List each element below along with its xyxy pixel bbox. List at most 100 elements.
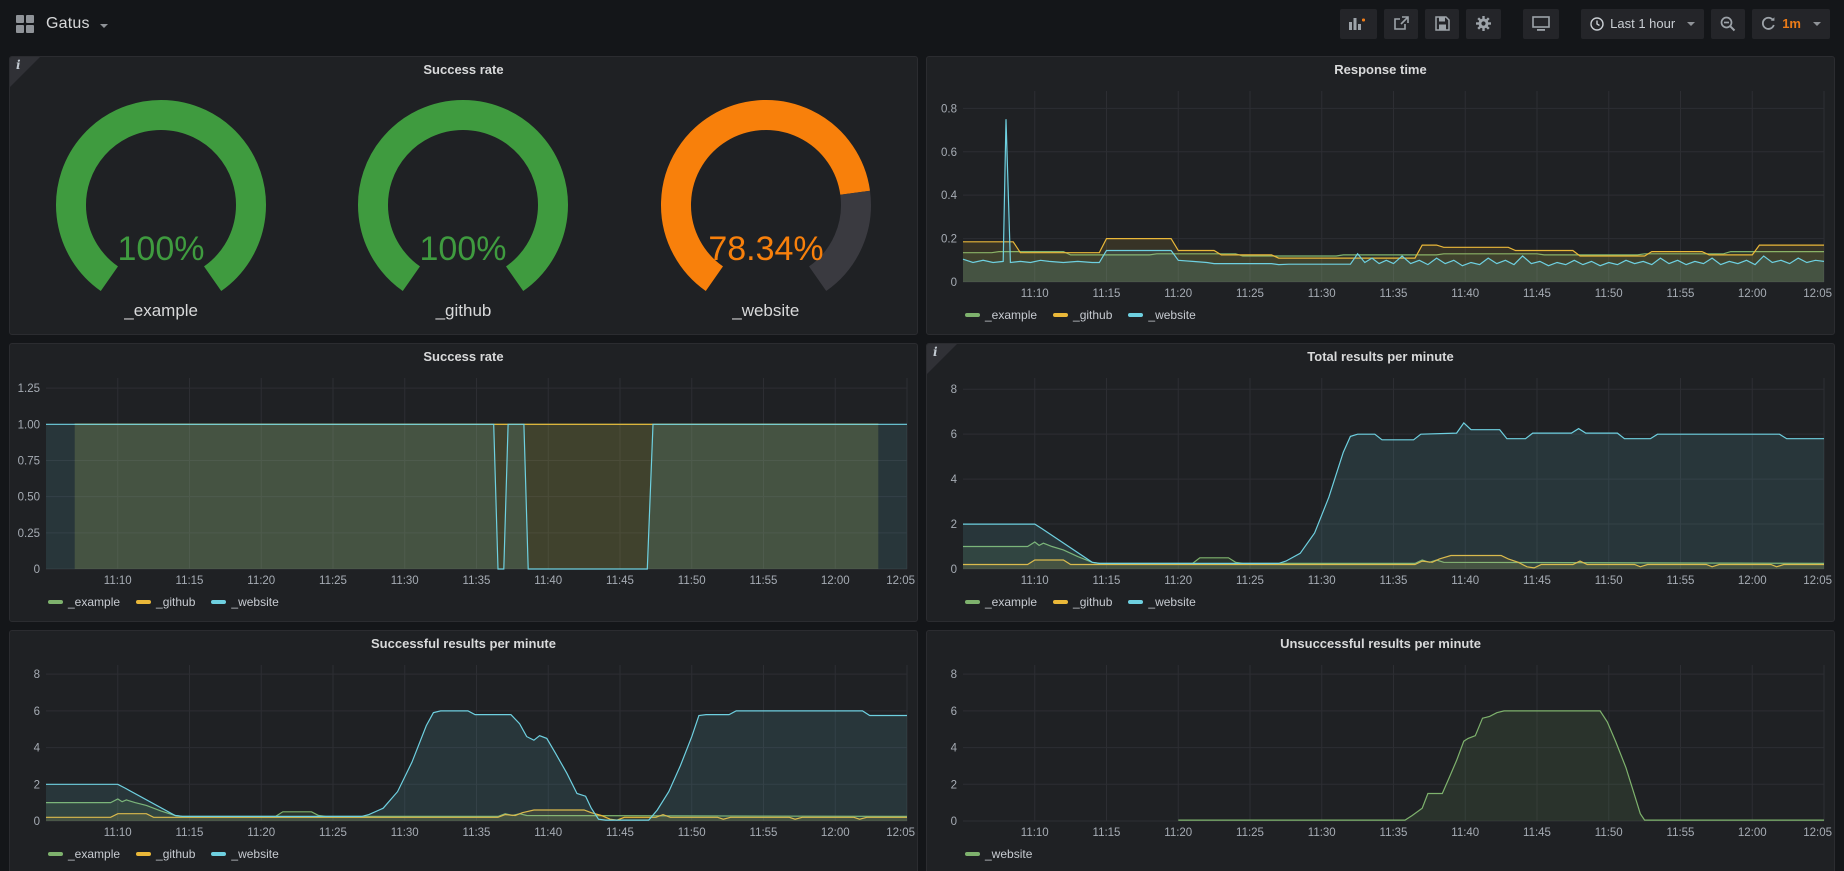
unsuccessful-results-chart[interactable]: 11:1011:1511:2011:2511:3011:3511:4011:45… (927, 657, 1834, 843)
time-range-picker[interactable]: Last 1 hour (1581, 9, 1704, 39)
svg-text:11:15: 11:15 (176, 575, 204, 587)
legend-item[interactable]: _github (1053, 595, 1112, 609)
legend-label: _example (985, 308, 1037, 322)
svg-text:11:20: 11:20 (1164, 288, 1192, 300)
chart-legend: _example _github _website (927, 591, 1834, 613)
dashboard-title-text: Gatus (46, 15, 90, 32)
svg-text:11:30: 11:30 (1308, 288, 1336, 300)
svg-text:12:05: 12:05 (886, 575, 915, 587)
panel-title[interactable]: Success rate (10, 344, 917, 370)
chart-legend: _website (927, 843, 1834, 865)
panel-success-rate-gauges: i Success rate 100% _example 100% _githu… (9, 56, 918, 335)
legend-item[interactable]: _example (965, 308, 1037, 322)
legend-item[interactable]: _website (965, 847, 1032, 861)
settings-button[interactable] (1466, 9, 1501, 39)
svg-text:0: 0 (951, 277, 957, 289)
cycle-view-button[interactable] (1523, 9, 1559, 39)
svg-text:4: 4 (34, 743, 41, 755)
save-icon (1435, 16, 1450, 31)
svg-text:11:55: 11:55 (1667, 827, 1695, 839)
svg-text:11:45: 11:45 (1523, 288, 1551, 300)
success-rate-chart[interactable]: 11:1011:1511:2011:2511:3011:3511:4011:45… (10, 370, 917, 591)
svg-text:11:50: 11:50 (678, 575, 706, 587)
svg-text:11:50: 11:50 (1595, 827, 1623, 839)
legend-item[interactable]: _github (136, 847, 195, 861)
gauge-example: 100% _example (11, 87, 311, 321)
legend-item[interactable]: _website (1128, 595, 1195, 609)
panel-title[interactable]: Total results per minute (927, 344, 1834, 370)
successful-results-chart[interactable]: 11:1011:1511:2011:2511:3011:3511:4011:45… (10, 657, 917, 843)
legend-item[interactable]: _example (48, 847, 120, 861)
legend-item[interactable]: _example (965, 595, 1037, 609)
dashboards-grid-icon[interactable] (16, 15, 34, 33)
svg-text:11:10: 11:10 (104, 827, 132, 839)
svg-text:11:45: 11:45 (606, 827, 634, 839)
svg-text:6: 6 (34, 706, 40, 718)
panel-info-corner[interactable] (10, 57, 40, 87)
gauge-arc: 100% (11, 87, 311, 299)
svg-text:1.00: 1.00 (18, 419, 40, 431)
time-range-label: Last 1 hour (1610, 16, 1675, 31)
legend-label: _website (231, 595, 278, 609)
share-icon (1393, 16, 1409, 31)
panel-unsuccessful-results: Unsuccessful results per minute 11:1011:… (926, 630, 1835, 871)
legend-label: _github (1073, 308, 1112, 322)
zoom-out-button[interactable] (1711, 9, 1745, 39)
panel-title[interactable]: Unsuccessful results per minute (927, 631, 1834, 657)
svg-text:0.75: 0.75 (18, 455, 40, 467)
legend-label: _github (1073, 595, 1112, 609)
svg-text:11:15: 11:15 (176, 827, 204, 839)
total-results-chart[interactable]: 11:1011:1511:2011:2511:3011:3511:4011:45… (927, 370, 1834, 591)
legend-swatch (1053, 600, 1068, 604)
panel-info-corner[interactable] (927, 344, 957, 374)
svg-text:11:50: 11:50 (1595, 575, 1623, 587)
add-panel-button[interactable] (1340, 9, 1377, 39)
svg-text:11:40: 11:40 (1451, 575, 1479, 587)
svg-text:11:20: 11:20 (247, 575, 275, 587)
svg-text:0: 0 (34, 816, 40, 828)
share-button[interactable] (1384, 9, 1418, 39)
svg-text:0.50: 0.50 (18, 492, 40, 504)
legend-item[interactable]: _website (211, 847, 278, 861)
svg-text:11:55: 11:55 (750, 827, 778, 839)
legend-item[interactable]: _example (48, 595, 120, 609)
svg-text:11:10: 11:10 (104, 575, 132, 587)
svg-text:0.25: 0.25 (18, 528, 40, 540)
panel-title[interactable]: Success rate (10, 57, 917, 83)
response-time-chart[interactable]: 11:1011:1511:2011:2511:3011:3511:4011:45… (927, 83, 1834, 304)
save-button[interactable] (1425, 9, 1459, 39)
refresh-picker[interactable]: 1m (1752, 9, 1830, 39)
refresh-icon (1761, 16, 1776, 31)
legend-label: _website (1148, 595, 1195, 609)
panel-title[interactable]: Successful results per minute (10, 631, 917, 657)
panel-title[interactable]: Response time (927, 57, 1834, 83)
legend-item[interactable]: _github (136, 595, 195, 609)
svg-text:11:50: 11:50 (1595, 288, 1623, 300)
svg-text:11:45: 11:45 (1523, 827, 1551, 839)
svg-text:12:05: 12:05 (1803, 575, 1832, 587)
svg-text:4: 4 (951, 474, 958, 486)
svg-text:12:05: 12:05 (1803, 288, 1832, 300)
svg-text:100%: 100% (118, 230, 205, 268)
svg-text:11:35: 11:35 (463, 827, 491, 839)
legend-swatch (1128, 600, 1143, 604)
svg-text:11:20: 11:20 (1164, 575, 1192, 587)
chevron-down-icon (100, 24, 108, 28)
legend-swatch (1128, 313, 1143, 317)
svg-text:11:35: 11:35 (1380, 827, 1408, 839)
chart-legend: _example _github _website (10, 591, 917, 613)
svg-text:0.6: 0.6 (941, 147, 957, 159)
svg-text:4: 4 (951, 743, 958, 755)
svg-text:11:45: 11:45 (606, 575, 634, 587)
svg-text:12:05: 12:05 (886, 827, 915, 839)
svg-text:11:40: 11:40 (534, 575, 562, 587)
legend-item[interactable]: _website (1128, 308, 1195, 322)
navbar: Gatus (0, 0, 1844, 47)
legend-item[interactable]: _website (211, 595, 278, 609)
dashboard-title[interactable]: Gatus (46, 15, 108, 33)
svg-text:11:35: 11:35 (1380, 575, 1408, 587)
panel-total-results: i Total results per minute 11:1011:1511:… (926, 343, 1835, 622)
legend-label: _website (985, 847, 1032, 861)
legend-item[interactable]: _github (1053, 308, 1112, 322)
svg-text:2: 2 (951, 519, 957, 531)
